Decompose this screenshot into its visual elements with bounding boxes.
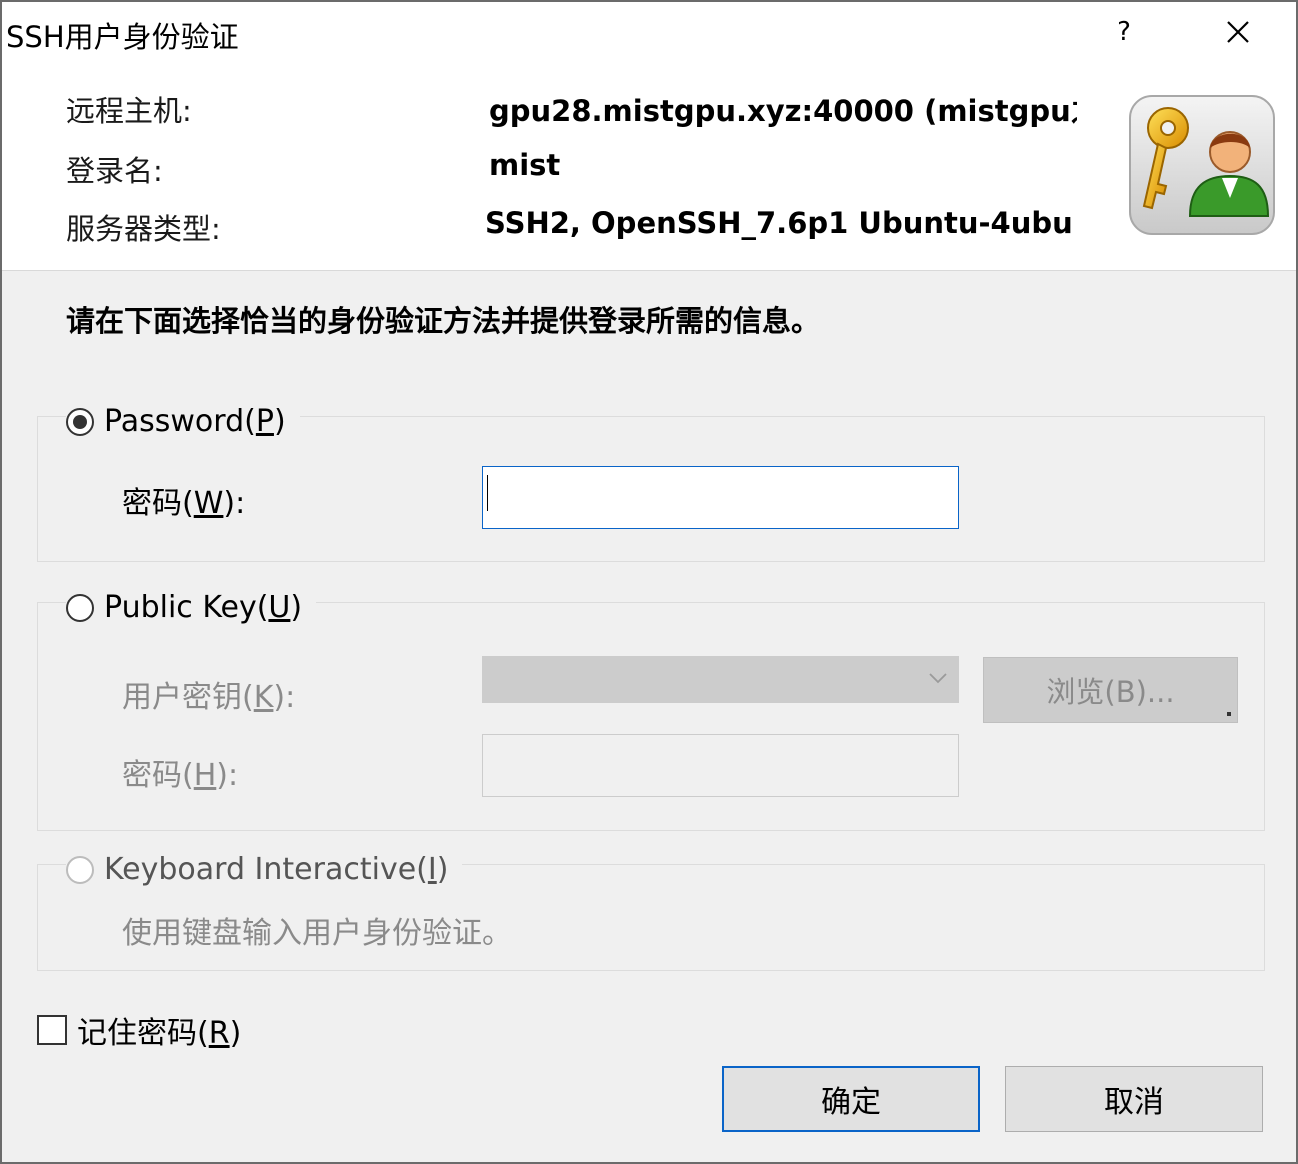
user-key-select[interactable] <box>482 656 959 703</box>
server-type-value: SSH2, OpenSSH_7.6p1 Ubuntu-4ubuntu <box>485 206 1071 240</box>
server-type-label: 服务器类型: <box>66 212 221 246</box>
remote-host-label: 远程主机: <box>66 94 192 128</box>
instruction-text: 请在下面选择恰当的身份验证方法并提供登录所需的信息。 <box>66 304 821 338</box>
keyboard-interactive-description: 使用键盘输入用户身份验证。 <box>122 916 512 951</box>
close-button[interactable] <box>1210 2 1266 62</box>
passphrase-input[interactable] <box>482 734 959 797</box>
close-icon <box>1227 21 1249 43</box>
remember-password-checkbox[interactable]: 记住密码(R) <box>37 1008 241 1052</box>
remote-host-value: gpu28.mistgpu.xyz:40000 (mistgpu之ss <box>489 94 1077 128</box>
dropdown-dot-icon <box>1227 712 1231 716</box>
ssh-auth-dialog: SSH用户身份验证 ? 远程主机: gpu28.mistgpu.xyz:4000… <box>0 0 1298 1164</box>
password-input[interactable] <box>482 466 959 529</box>
login-name-value: mist <box>489 148 561 182</box>
remember-password-label: 记住密码(R) <box>77 1016 242 1051</box>
host-info-panel: 远程主机: gpu28.mistgpu.xyz:40000 (mistgpu之s… <box>2 64 1296 271</box>
checkbox-icon <box>37 1015 67 1045</box>
ok-button[interactable]: 确定 <box>722 1066 980 1132</box>
keyboard-interactive-radio[interactable]: Keyboard Interactive(I) <box>66 852 463 887</box>
cancel-button[interactable]: 取消 <box>1005 1066 1263 1132</box>
password-field-label: 密码(W): <box>122 486 246 521</box>
login-name-label: 登录名: <box>66 154 163 188</box>
help-button[interactable]: ? <box>1102 2 1146 62</box>
user-key-label: 用户密钥(K): <box>122 680 296 715</box>
public-key-radio-label: Public Key(U) <box>104 590 303 625</box>
title-bar: SSH用户身份验证 ? <box>2 2 1296 64</box>
password-radio[interactable]: Password(P) <box>66 404 300 439</box>
passphrase-label: 密码(H): <box>122 758 239 793</box>
radio-disabled-icon <box>66 855 94 884</box>
text-caret <box>487 475 488 511</box>
browse-button-label: 浏览(B)... <box>1046 675 1175 709</box>
radio-selected-icon <box>66 407 94 436</box>
password-radio-label: Password(P) <box>104 404 286 439</box>
user-key-icon <box>1129 95 1275 235</box>
chevron-down-icon <box>929 673 947 684</box>
dialog-title: SSH用户身份验证 <box>6 20 239 54</box>
keyboard-interactive-label: Keyboard Interactive(I) <box>104 852 449 887</box>
radio-unselected-icon <box>66 593 94 622</box>
browse-button[interactable]: 浏览(B)... <box>983 657 1238 723</box>
help-icon: ? <box>1117 17 1131 47</box>
public-key-radio[interactable]: Public Key(U) <box>66 590 317 625</box>
